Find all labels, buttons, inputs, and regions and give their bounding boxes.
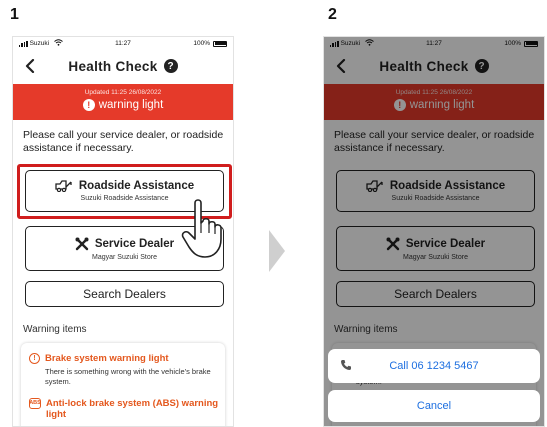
tap-hand-icon xyxy=(181,197,225,264)
warning-items-heading: Warning items xyxy=(23,324,87,335)
exclamation-icon: ! xyxy=(82,99,95,111)
warning-label: warning light xyxy=(98,99,164,111)
warning-banner: Updated 11:25 26/08/2022 ! warning light xyxy=(13,84,233,120)
tools-icon xyxy=(75,237,89,251)
warning-item-title: Brake system warning light xyxy=(45,353,169,364)
warning-label-row: ! warning light xyxy=(13,99,233,111)
warning-item-title-row: ABS Anti-lock brake system (ABS) warning… xyxy=(29,398,219,420)
warning-items-card: ! Brake system warning light There is so… xyxy=(21,343,225,426)
warning-item-brake[interactable]: ! Brake system warning light There is so… xyxy=(29,353,219,386)
nav-bar: Health Check ? xyxy=(13,53,233,79)
dealer-button-main: Service Dealer xyxy=(75,237,174,251)
abs-warning-icon: ABS xyxy=(29,398,41,409)
brake-warning-icon: ! xyxy=(29,353,40,364)
warning-item-title-row: ! Brake system warning light xyxy=(29,353,219,364)
battery: 100% xyxy=(193,40,227,47)
search-dealers-button[interactable]: Search Dealers xyxy=(25,281,224,307)
signal-icon xyxy=(19,40,28,47)
call-action-label: Call 06 1234 5467 xyxy=(389,360,479,372)
phone-screen-step-1: Suzuki 11:27 100% Health Check ? Updated… xyxy=(12,36,234,427)
carrier-name: Suzuki xyxy=(29,40,50,47)
warning-item-title: Anti-lock brake system (ABS) warning lig… xyxy=(46,398,219,420)
cancel-label: Cancel xyxy=(416,400,452,412)
cancel-button[interactable]: Cancel xyxy=(328,390,540,422)
back-icon[interactable] xyxy=(25,58,39,74)
chevron-right-icon xyxy=(267,228,287,279)
help-icon[interactable]: ? xyxy=(163,59,178,73)
warning-item-description: There is something wrong with the vehicl… xyxy=(45,367,211,386)
step-number-2: 2 xyxy=(328,6,337,23)
battery-icon xyxy=(213,40,227,47)
wifi-icon xyxy=(54,39,63,48)
instruction-message: Please call your service dealer, or road… xyxy=(23,129,224,154)
updated-timestamp: Updated 11:25 26/08/2022 xyxy=(84,89,162,96)
step-number-1: 1 xyxy=(10,6,19,23)
battery-percent: 100% xyxy=(193,40,210,47)
carrier: Suzuki xyxy=(19,39,63,48)
status-bar: Suzuki 11:27 100% xyxy=(13,37,233,50)
search-dealers-label: Search Dealers xyxy=(83,287,166,301)
phone-screen-step-2: Suzuki 11:27 100% Health Check ? Updated… xyxy=(323,36,545,427)
dealer-button-sub: Magyar Suzuki Store xyxy=(92,253,157,261)
call-action-button[interactable]: Call 06 1234 5467 xyxy=(328,349,540,383)
dealer-button-label: Service Dealer xyxy=(94,237,175,250)
phone-icon xyxy=(340,358,352,376)
warning-item-abs[interactable]: ABS Anti-lock brake system (ABS) warning… xyxy=(29,398,219,420)
page-title: Health Check xyxy=(68,58,158,74)
